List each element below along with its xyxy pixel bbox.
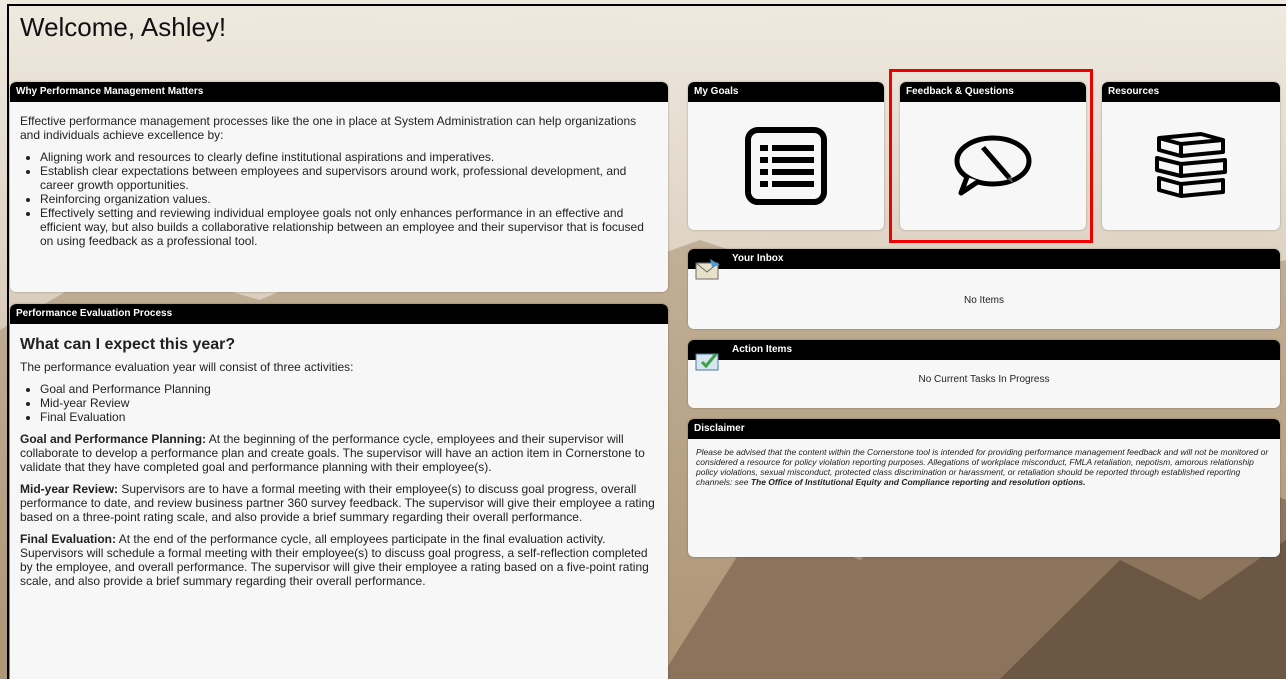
panel-title: Performance Evaluation Process	[10, 304, 668, 324]
speech-bubble-pencil-icon	[954, 135, 1032, 196]
my-goals-tile[interactable]: My Goals	[688, 82, 884, 230]
inbox-panel: Your Inbox No Items	[688, 249, 1280, 329]
list-item: Reinforcing organization values.	[40, 192, 658, 206]
mid-year-label: Mid-year Review:	[20, 482, 119, 496]
tile-title: Resources	[1102, 82, 1280, 102]
tile-title: Feedback & Questions	[900, 82, 1086, 102]
panel-title: Why Performance Management Matters	[10, 82, 668, 102]
why-performance-panel: Why Performance Management Matters Effec…	[10, 82, 668, 292]
action-items-panel: Action Items No Current Tasks In Progres…	[688, 340, 1280, 408]
why-bullet-list: Aligning work and resources to clearly d…	[40, 150, 658, 248]
final-evaluation-paragraph: Final Evaluation: At the end of the perf…	[20, 532, 658, 588]
mid-year-paragraph: Mid-year Review: Supervisors are to have…	[20, 482, 658, 524]
inbox-empty-message: No Items	[963, 295, 1004, 306]
resources-tile[interactable]: Resources	[1102, 82, 1280, 230]
why-intro: Effective performance management process…	[20, 114, 637, 142]
disclaimer-text-block: Please be advised that the content withi…	[688, 439, 1280, 495]
action-items-icon	[695, 353, 719, 371]
activity-list: Goal and Performance Planning Mid-year R…	[40, 382, 658, 424]
section-heading: What can I expect this year?	[20, 336, 236, 353]
panel-title: Disclaimer	[688, 419, 1280, 439]
books-icon	[1155, 132, 1227, 198]
list-item: Mid-year Review	[40, 396, 658, 410]
page-title: Welcome, Ashley!	[20, 12, 227, 42]
oiec-reporting-link[interactable]: The Office of Institutional Equity and C…	[751, 477, 1086, 487]
panel-title: Your Inbox	[688, 249, 1280, 269]
list-item: Effectively setting and reviewing indivi…	[40, 206, 658, 248]
inbox-envelope-icon	[695, 259, 720, 280]
disclaimer-panel: Disclaimer Please be advised that the co…	[688, 419, 1280, 557]
process-intro: The performance evaluation year will con…	[20, 360, 354, 374]
list-icon	[745, 127, 827, 205]
panel-title: Action Items	[688, 340, 1280, 360]
goal-planning-paragraph: Goal and Performance Planning: At the be…	[20, 432, 658, 474]
list-item: Aligning work and resources to clearly d…	[40, 150, 658, 164]
feedback-questions-tile[interactable]: Feedback & Questions	[900, 82, 1086, 230]
tile-title: My Goals	[688, 82, 884, 102]
evaluation-process-panel: Performance Evaluation Process What can …	[10, 304, 668, 679]
goal-planning-label: Goal and Performance Planning:	[20, 432, 207, 446]
final-evaluation-label: Final Evaluation:	[20, 532, 117, 546]
list-item: Establish clear expectations between emp…	[40, 164, 658, 192]
list-item: Goal and Performance Planning	[40, 382, 658, 396]
action-items-empty-message: No Current Tasks In Progress	[918, 374, 1050, 385]
list-item: Final Evaluation	[40, 410, 658, 424]
